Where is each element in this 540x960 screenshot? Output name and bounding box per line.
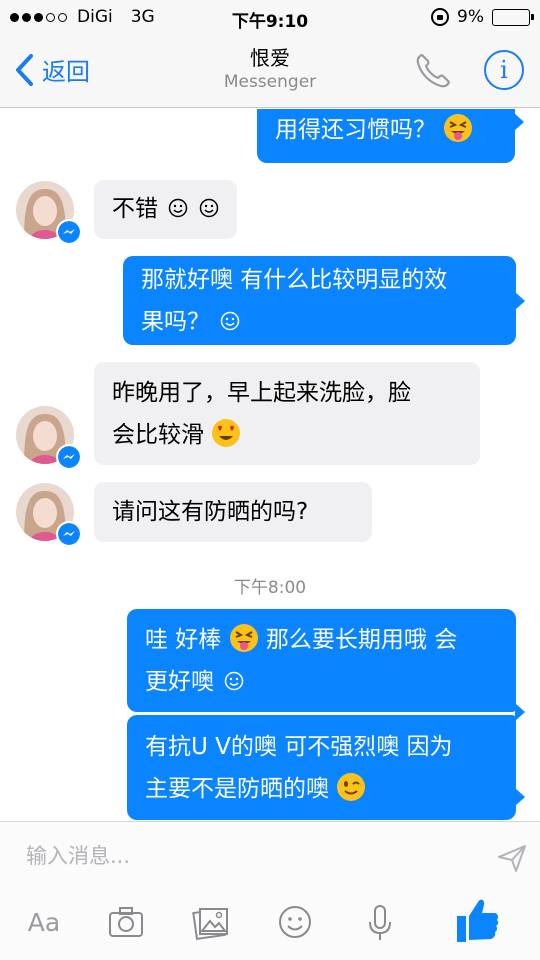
info-button[interactable]: i xyxy=(484,50,524,90)
squinting-tongue-face-icon xyxy=(444,114,473,142)
message-text: 那就好噢 有什么比较明显的效 xyxy=(141,267,448,293)
winking-face-icon xyxy=(337,773,366,801)
heart-eyes-face-icon xyxy=(212,419,241,447)
conversation-title: 恨爱 xyxy=(250,46,290,70)
conversation-subtitle: Messenger xyxy=(223,72,317,92)
avatar[interactable] xyxy=(16,181,82,245)
message-text: 昨晚用了，早上起来洗脸，脸 xyxy=(112,380,411,406)
info-icon: i xyxy=(500,56,508,84)
smiley-icon xyxy=(199,198,218,218)
smiley-icon xyxy=(225,671,244,691)
message-incoming[interactable]: 昨晚用了，早上起来洗脸，脸 会比较滑 xyxy=(94,362,480,465)
camera-icon[interactable] xyxy=(108,900,144,944)
message-text: 不错 xyxy=(112,196,158,222)
microphone-icon[interactable] xyxy=(366,900,394,944)
nav-bar: 返回 恨爱 Messenger i xyxy=(0,36,540,108)
status-right: 9% xyxy=(431,7,534,27)
message-text: 有抗U V的噢 可不强烈噢 因为 xyxy=(145,734,453,760)
messenger-badge-icon xyxy=(56,444,82,470)
composer: Aa xyxy=(0,821,540,960)
smiley-icon xyxy=(169,198,188,218)
message-incoming[interactable]: 不错 xyxy=(94,180,237,239)
messenger-badge-icon xyxy=(56,521,82,547)
composer-toolbar: Aa xyxy=(0,894,540,954)
avatar[interactable] xyxy=(16,406,82,470)
message-text: 更好噢 xyxy=(145,669,214,695)
message-text: 哇 好棒 xyxy=(145,627,222,653)
message-outgoing[interactable]: 用得还习惯吗？ xyxy=(257,109,524,163)
thumbs-up-icon[interactable] xyxy=(454,894,500,946)
messenger-badge-icon xyxy=(56,219,82,245)
message-outgoing[interactable]: 哇 好棒 那么要长期用哦 会 更好噢 xyxy=(127,609,525,721)
conversation[interactable]: 用得还习惯吗？ 不错 那就好噢 有什么比较明显的效 果吗？ 昨晚用了，早上起来洗… xyxy=(0,109,540,821)
message-timestamp: 下午8:00 xyxy=(233,578,307,598)
squinting-tongue-face-icon xyxy=(229,624,258,652)
message-outgoing[interactable]: 有抗U V的噢 可不强烈噢 因为 主要不是防晒的噢 xyxy=(127,715,525,820)
photo-gallery-icon[interactable] xyxy=(192,900,230,944)
smiley-icon xyxy=(221,311,240,331)
status-bar: DiGi 3G 下午9:10 9% xyxy=(0,0,540,36)
text-format-button[interactable]: Aa xyxy=(24,900,64,944)
message-incoming[interactable]: 请问这有防晒的吗? xyxy=(94,482,372,542)
message-text: 请问这有防晒的吗? xyxy=(112,499,309,525)
emoji-icon[interactable] xyxy=(277,900,313,944)
rotation-lock-icon xyxy=(431,8,450,26)
message-text: 主要不是防晒的噢 xyxy=(145,776,329,802)
message-text: 果吗？ xyxy=(141,309,210,335)
message-outgoing[interactable]: 那就好噢 有什么比较明显的效 果吗？ xyxy=(123,256,525,345)
send-icon[interactable] xyxy=(496,842,528,874)
message-text: 那么要长期用哦 会 xyxy=(258,627,458,653)
phone-icon[interactable] xyxy=(412,50,454,92)
message-text: 用得还习惯吗？ xyxy=(275,117,436,143)
avatar[interactable] xyxy=(16,483,82,547)
message-input[interactable] xyxy=(26,836,466,876)
battery-icon xyxy=(492,8,534,26)
battery-percent: 9% xyxy=(457,7,484,27)
message-text: 会比较滑 xyxy=(112,422,204,448)
